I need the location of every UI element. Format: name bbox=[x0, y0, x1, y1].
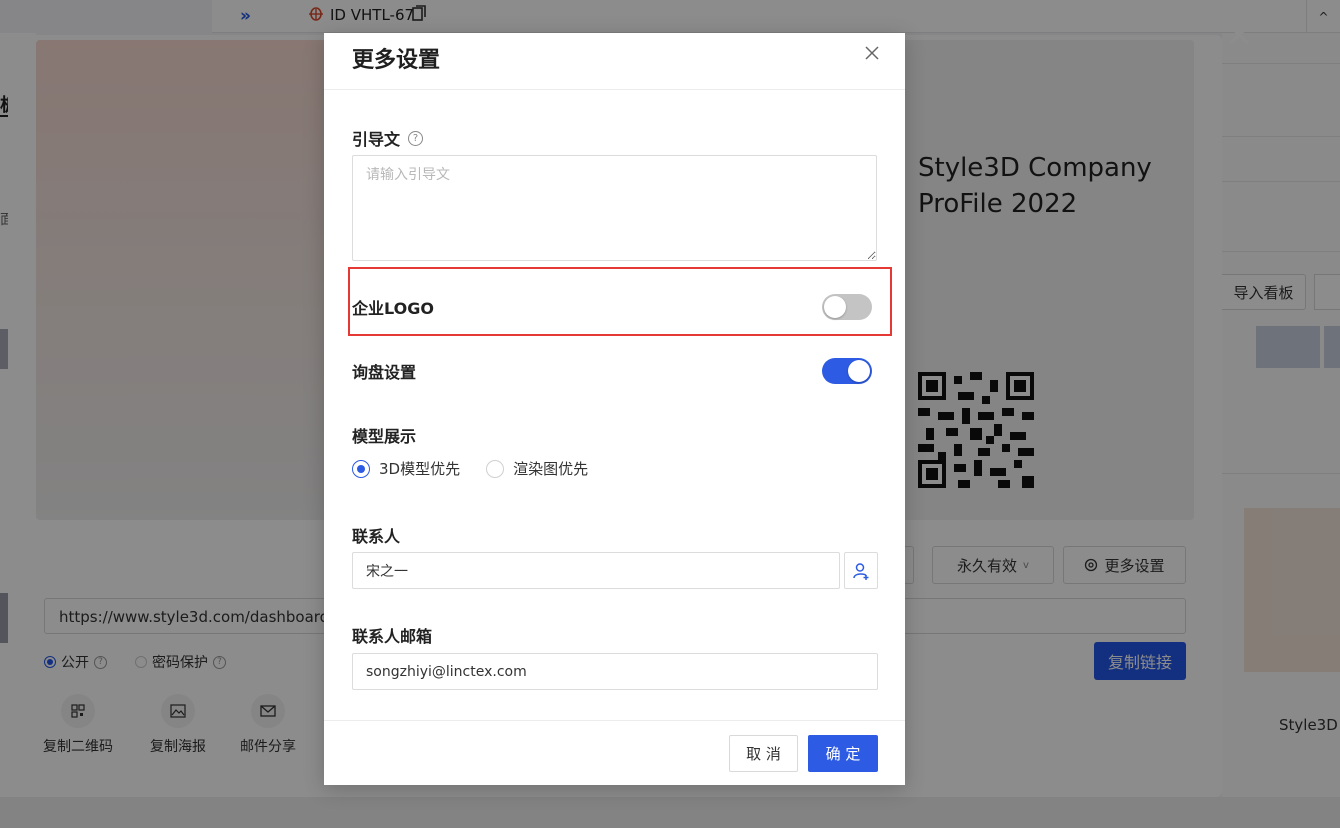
contact-input[interactable] bbox=[352, 552, 840, 589]
contact-label: 联系人 bbox=[352, 527, 401, 546]
add-user-icon bbox=[853, 562, 869, 580]
radio-checked bbox=[352, 459, 370, 478]
close-icon[interactable] bbox=[862, 43, 882, 63]
select-contact-button[interactable] bbox=[844, 552, 878, 589]
logo-toggle[interactable] bbox=[822, 294, 872, 320]
more-settings-modal: 更多设置 引导文 ? 企业LOGO 询盘设置 模型展示 3D模型优先 渲染图优先… bbox=[324, 33, 905, 785]
intro-textarea[interactable] bbox=[352, 155, 877, 261]
modal-title: 更多设置 bbox=[352, 48, 441, 73]
toggle-knob bbox=[824, 296, 846, 318]
modal-footer: 取 消 确 定 bbox=[324, 720, 905, 785]
model-display-label: 模型展示 bbox=[352, 427, 417, 446]
email-input[interactable] bbox=[352, 653, 878, 690]
radio-unchecked bbox=[486, 459, 505, 478]
modal-header: 更多设置 bbox=[324, 33, 905, 90]
help-icon[interactable]: ? bbox=[408, 130, 424, 146]
intro-label: 引导文 ? bbox=[352, 126, 424, 150]
logo-label: 企业LOGO bbox=[352, 299, 434, 318]
email-label: 联系人邮箱 bbox=[352, 627, 433, 646]
model-option-render[interactable]: 渲染图优先 bbox=[486, 458, 588, 479]
confirm-button[interactable]: 确 定 bbox=[808, 735, 878, 772]
cancel-button[interactable]: 取 消 bbox=[729, 735, 798, 772]
inquiry-label: 询盘设置 bbox=[352, 363, 417, 382]
model-option-3d[interactable]: 3D模型优先 bbox=[352, 458, 460, 479]
toggle-knob bbox=[848, 360, 870, 382]
inquiry-toggle[interactable] bbox=[822, 358, 872, 384]
model-display-options: 3D模型优先 渲染图优先 bbox=[352, 458, 588, 479]
